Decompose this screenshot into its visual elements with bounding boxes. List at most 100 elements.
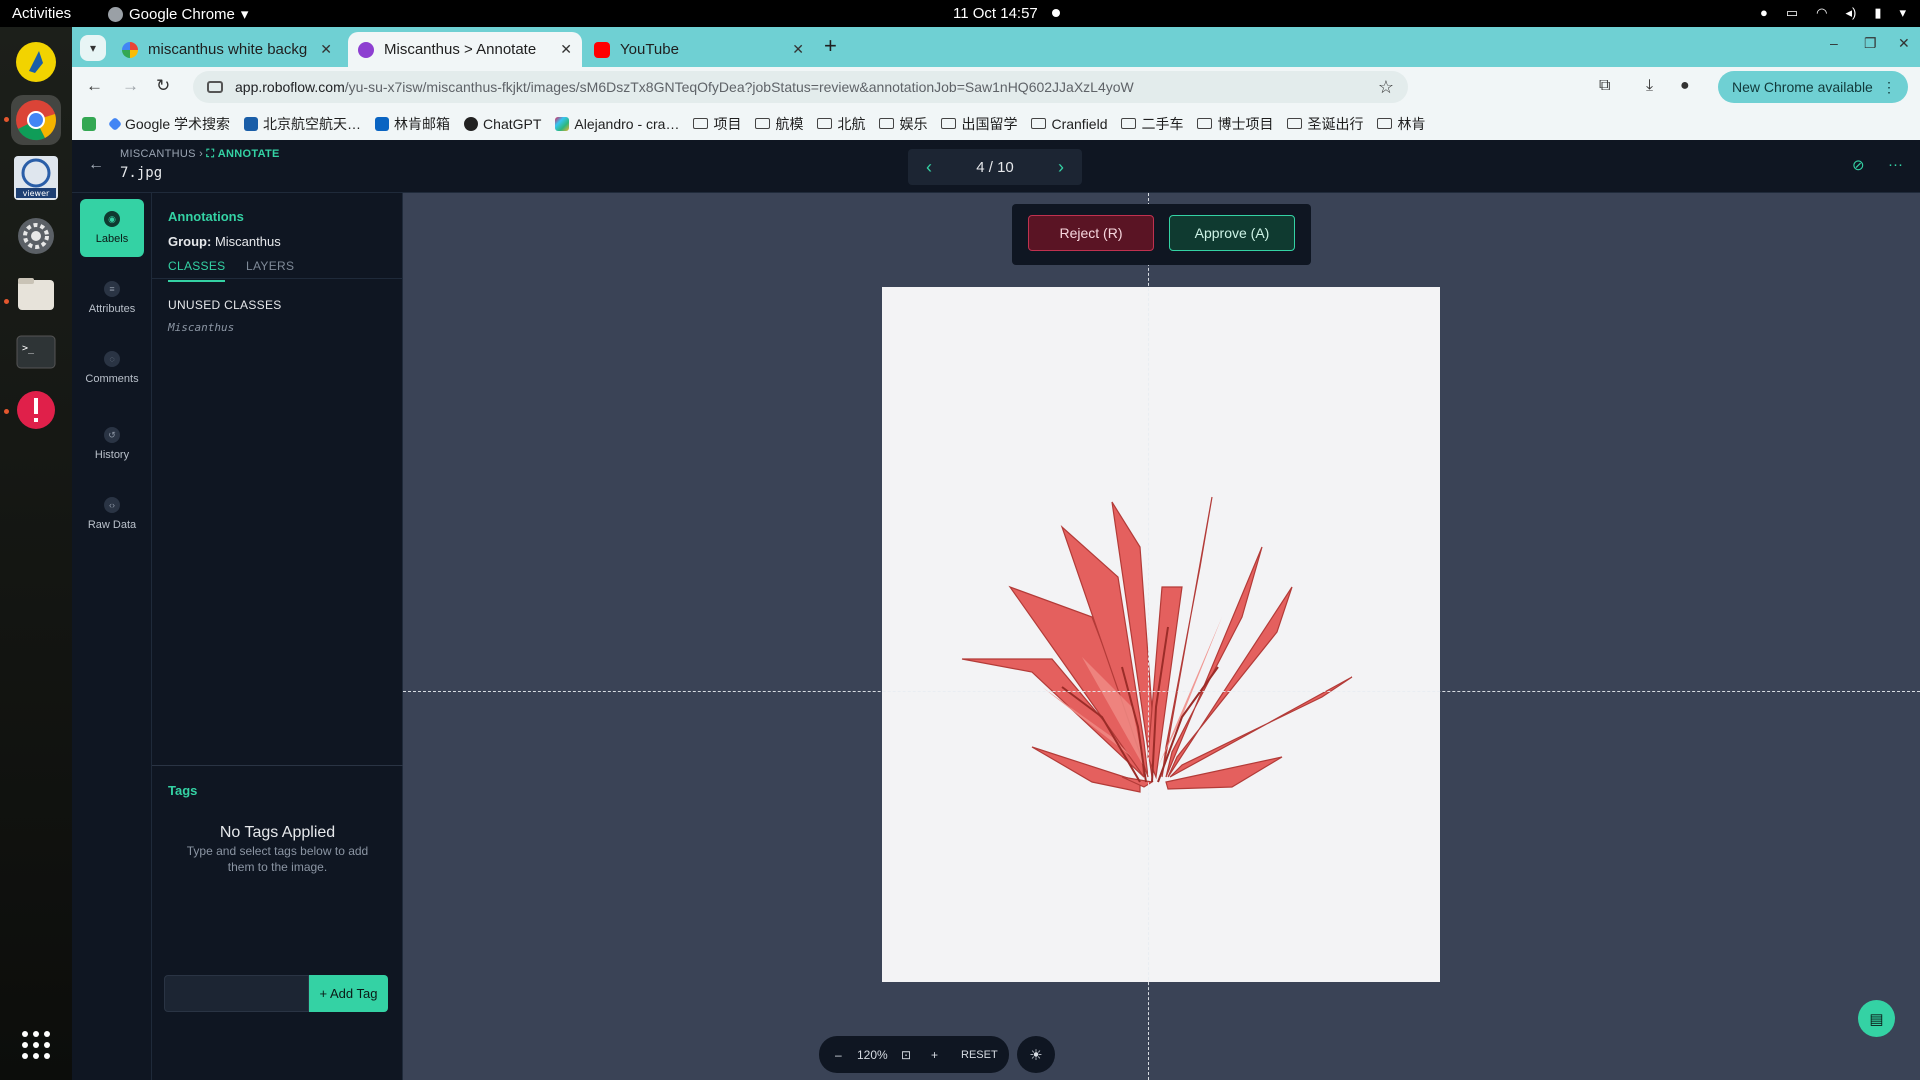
- maximize-icon[interactable]: ❐: [1864, 35, 1877, 52]
- bookmark-item[interactable]: 北京航空航天…: [244, 114, 361, 134]
- download-icon[interactable]: ⤓: [1646, 77, 1653, 95]
- outlook-icon: [375, 116, 390, 131]
- annotated-image[interactable]: [882, 287, 1440, 982]
- tab-google-search[interactable]: miscanthus white backg ✕: [112, 32, 342, 67]
- extensions-icon[interactable]: ⧉: [1599, 77, 1610, 95]
- close-tab-icon[interactable]: ✕: [320, 41, 332, 58]
- lock-zoom-icon[interactable]: ⊡: [901, 1048, 911, 1062]
- miscanthus-plant-image: [961, 496, 1353, 793]
- brightness-icon[interactable]: ☀: [1017, 1036, 1055, 1073]
- alert-app-icon[interactable]: [11, 385, 61, 435]
- viewer-app-icon[interactable]: viewer: [11, 153, 61, 203]
- folder-icon: [693, 118, 709, 129]
- bookmark-folder[interactable]: Cranfield: [1031, 116, 1107, 132]
- chat-support-icon[interactable]: ▤: [1858, 1000, 1895, 1037]
- settings-app-icon[interactable]: [11, 211, 61, 261]
- reset-zoom-button[interactable]: RESET: [961, 1049, 998, 1061]
- apps-shortcut[interactable]: [82, 116, 96, 131]
- previous-image-icon[interactable]: ‹: [926, 157, 932, 178]
- bookmark-item[interactable]: Google 学术搜索: [107, 114, 230, 134]
- bookmark-folder[interactable]: 二手车: [1121, 114, 1183, 134]
- chrome-small-icon: [108, 6, 123, 22]
- next-image-icon[interactable]: ›: [1058, 157, 1064, 178]
- annotation-canvas[interactable]: Reject (R) Approve (A) ✋ ⬚ ⛶ ✳ ✦ ⟳ ◯ ↶ ↷…: [403, 193, 1920, 1080]
- back-arrow-icon[interactable]: ←: [88, 156, 104, 174]
- more-options-icon[interactable]: ···: [1888, 156, 1903, 173]
- folder-icon: [1377, 118, 1393, 129]
- system-tray[interactable]: ● ▭ ◠ ◂) ▮ ▾: [1760, 5, 1906, 21]
- music-app-icon[interactable]: [11, 37, 61, 87]
- unused-class-item[interactable]: Miscanthus: [168, 321, 234, 334]
- rail-comments[interactable]: ◌ Comments: [80, 339, 144, 397]
- reload-icon[interactable]: ↻: [156, 76, 170, 96]
- panel-title: Annotations: [168, 209, 244, 224]
- tab-title: YouTube: [620, 41, 679, 58]
- dock: viewer >_: [0, 27, 72, 1080]
- bookmark-folder[interactable]: 博士项目: [1197, 114, 1273, 134]
- tab-youtube[interactable]: YouTube ✕: [584, 32, 814, 67]
- annotations-panel: Annotations Group: Miscanthus CLASSES LA…: [152, 193, 403, 1080]
- breadcrumb-annotate[interactable]: ANNOTATE: [218, 148, 280, 160]
- new-tab-icon[interactable]: +: [824, 33, 837, 59]
- folder-icon: [755, 118, 771, 129]
- add-tag-button[interactable]: + Add Tag: [309, 975, 388, 1012]
- terminal-app-icon[interactable]: >_: [11, 327, 61, 377]
- battery-icon: ▮: [1874, 5, 1882, 20]
- app-grid-icon[interactable]: [11, 1020, 61, 1070]
- bookmark-folder[interactable]: 林肯: [1377, 114, 1425, 134]
- caret-down-icon: ▾: [1899, 5, 1906, 20]
- chrome-update-button[interactable]: New Chrome available ⋮: [1718, 71, 1908, 103]
- files-app-icon[interactable]: [11, 269, 61, 319]
- bookmark-folder[interactable]: 出国留学: [941, 114, 1017, 134]
- bookmark-folder[interactable]: 娱乐: [879, 114, 927, 134]
- bookmark-item[interactable]: Alejandro - cra…: [555, 116, 679, 132]
- bookmark-star-icon[interactable]: ☆: [1378, 77, 1394, 98]
- scholar-icon: [107, 116, 123, 131]
- minimize-icon[interactable]: –: [1830, 35, 1838, 51]
- rail-raw-data[interactable]: ‹› Raw Data: [80, 485, 144, 543]
- tab-layers[interactable]: LAYERS: [246, 259, 294, 273]
- clock[interactable]: 11 Oct 14:57: [953, 5, 1038, 22]
- close-tab-icon[interactable]: ✕: [792, 41, 804, 58]
- site-info-icon[interactable]: [207, 81, 223, 93]
- breadcrumb-project[interactable]: MISCANTHUS: [120, 148, 196, 160]
- youtube-icon: [594, 41, 610, 58]
- bookmark-folder[interactable]: 航模: [755, 114, 803, 134]
- zoom-in-button[interactable]: +: [931, 1048, 938, 1062]
- keyboard-icon: ▭: [1785, 5, 1799, 20]
- close-window-icon[interactable]: ✕: [1898, 35, 1910, 52]
- forward-icon[interactable]: →: [122, 76, 139, 96]
- roboflow-annotate-app: ← MISCANTHUS › ⛶ ANNOTATE 7.jpg ‹ 4 / 10…: [72, 140, 1920, 1080]
- back-icon[interactable]: ←: [86, 76, 103, 96]
- divider: [152, 765, 403, 766]
- tab-title: Miscanthus > Annotate: [384, 41, 537, 58]
- running-indicator: [4, 299, 9, 304]
- group-value: Miscanthus: [214, 234, 281, 249]
- zoom-out-button[interactable]: –: [835, 1048, 842, 1062]
- rail-history[interactable]: ↺ History: [80, 415, 144, 473]
- rail-attributes[interactable]: ≡ Attributes: [80, 269, 144, 327]
- bookmark-label: 林肯: [1397, 115, 1426, 132]
- tab-roboflow-annotate[interactable]: Miscanthus > Annotate ✕: [348, 32, 582, 67]
- breadcrumb: MISCANTHUS › ⛶ ANNOTATE: [120, 148, 280, 161]
- app-menu[interactable]: Google Chrome ▾: [108, 5, 248, 23]
- reject-button[interactable]: Reject (R): [1028, 215, 1154, 251]
- bookmark-label: 圣诞出行: [1307, 115, 1364, 132]
- hide-annotations-icon[interactable]: ⊘: [1852, 156, 1865, 174]
- close-tab-icon[interactable]: ✕: [560, 41, 572, 58]
- bookmark-item[interactable]: 林肯邮箱: [375, 114, 450, 134]
- review-actions: Reject (R) Approve (A): [1012, 204, 1311, 265]
- tag-input[interactable]: [164, 975, 309, 1012]
- profile-avatar-icon[interactable]: ●: [1680, 77, 1690, 95]
- bookmark-folder[interactable]: 圣诞出行: [1287, 114, 1363, 134]
- bookmark-folder[interactable]: 北航: [817, 114, 865, 134]
- bookmark-folder[interactable]: 项目: [693, 114, 741, 134]
- unused-classes-heading: UNUSED CLASSES: [168, 298, 282, 312]
- address-bar[interactable]: app.roboflow.com /yu-su-x7isw/miscanthus…: [193, 71, 1408, 103]
- approve-button[interactable]: Approve (A): [1169, 215, 1295, 251]
- rail-labels[interactable]: ◉ Labels: [80, 199, 144, 257]
- activities-button[interactable]: Activities: [12, 5, 71, 22]
- tab-search-button[interactable]: ▾: [80, 35, 106, 61]
- bookmark-item[interactable]: ChatGPT: [464, 116, 541, 132]
- chrome-app-icon[interactable]: [11, 95, 61, 145]
